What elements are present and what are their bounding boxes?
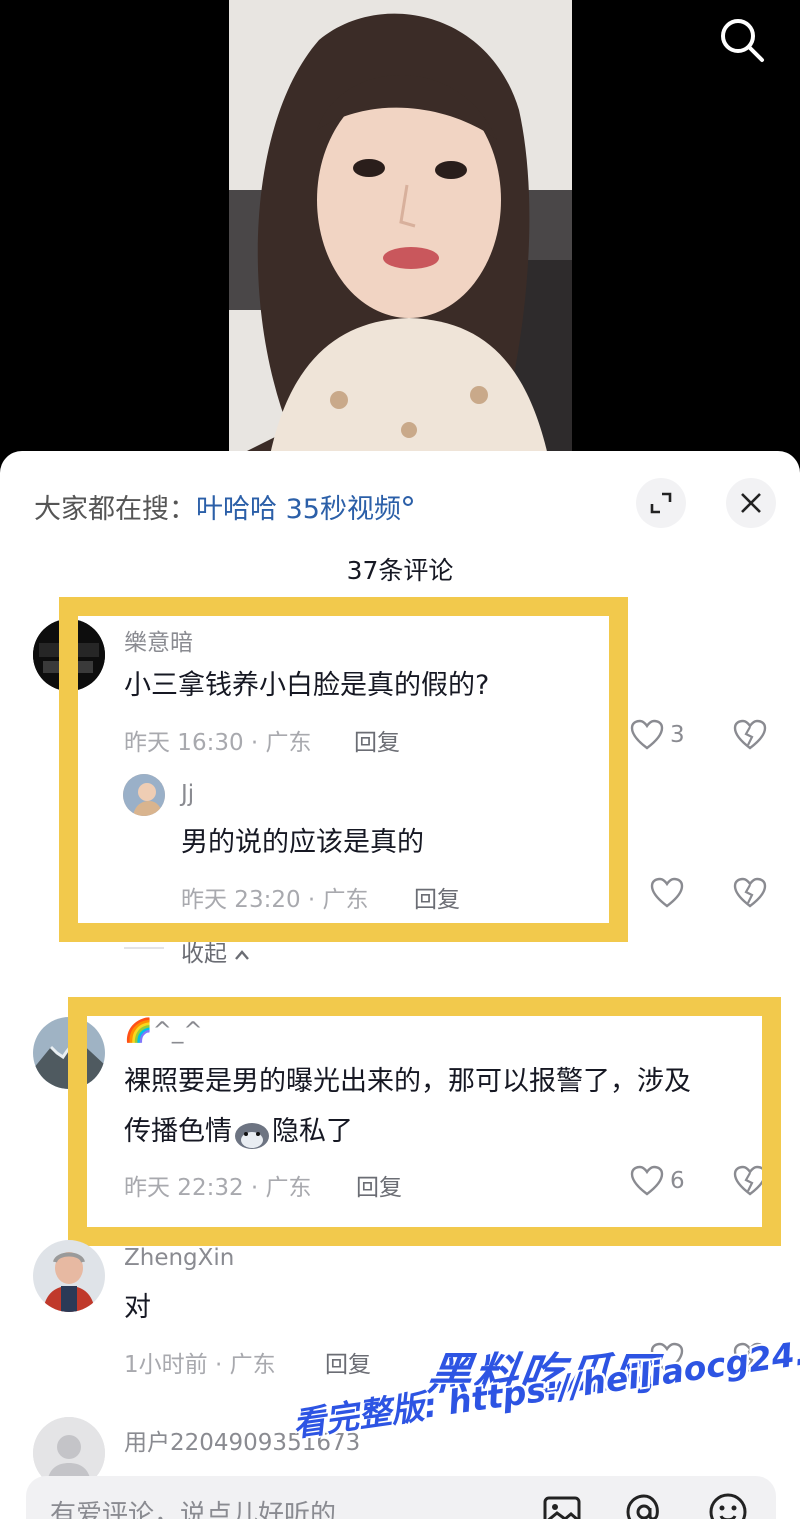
reply-username[interactable]: Jj xyxy=(181,781,194,807)
comment-text-part: 传播色情 xyxy=(124,1116,232,1147)
avatar[interactable] xyxy=(33,1240,105,1312)
avatar-image xyxy=(33,1240,105,1312)
broken-heart-icon xyxy=(733,1165,767,1196)
search-button[interactable] xyxy=(716,14,768,66)
small-search-icon xyxy=(402,496,413,506)
comment-text-part: 隐私了 xyxy=(272,1116,353,1147)
dislike-button[interactable] xyxy=(733,877,767,913)
expand-button[interactable] xyxy=(636,478,686,528)
heart-icon xyxy=(630,1165,664,1196)
comment-username[interactable]: 樂意暗 xyxy=(124,623,193,657)
chevron-up-icon xyxy=(235,950,250,960)
broken-heart-icon xyxy=(733,877,767,908)
dislike-button[interactable] xyxy=(733,1165,767,1201)
avatar[interactable] xyxy=(123,774,165,816)
trending-search[interactable]: 大家都在搜：叶哈哈 35秒视频 xyxy=(34,487,413,526)
dislike-button[interactable] xyxy=(733,719,767,755)
video-frame[interactable] xyxy=(229,0,572,460)
avatar[interactable] xyxy=(33,619,105,691)
comment-meta: 昨天 22:32 · 广东 xyxy=(124,1175,312,1201)
broken-heart-icon xyxy=(733,719,767,750)
avatar-image xyxy=(33,1017,105,1089)
comment-text: 小三拿钱养小白脸是真的假的? xyxy=(124,670,490,701)
emoji-icon xyxy=(709,1493,747,1519)
trending-keyword[interactable]: 叶哈哈 35秒视频 xyxy=(196,494,401,525)
comment-username[interactable]: ZhengXin xyxy=(124,1245,234,1271)
reply-button[interactable]: 回复 xyxy=(354,723,400,757)
comment-count: 37条评论 xyxy=(346,556,454,585)
divider xyxy=(124,947,164,949)
comment-username[interactable]: 🌈^_^ xyxy=(124,1017,203,1044)
comment-input[interactable]: 有爱评论，说点儿好听的 xyxy=(26,1476,776,1519)
comment-text-line1: 裸照要是男的曝光出来的，那可以报警了，涉及 xyxy=(124,1066,691,1097)
search-icon xyxy=(721,19,764,62)
reply-text: 男的说的应该是真的 xyxy=(181,827,424,858)
video-thumbnail xyxy=(229,0,572,460)
reply-button[interactable]: 回复 xyxy=(325,1345,371,1379)
close-button[interactable] xyxy=(726,478,776,528)
avatar-image xyxy=(123,774,165,816)
image-icon xyxy=(543,1496,581,1519)
comment-meta: 1小时前 · 广东 xyxy=(124,1352,276,1378)
expand-icon xyxy=(650,492,672,514)
close-icon xyxy=(741,493,761,513)
collapse-replies[interactable]: 收起 xyxy=(181,934,250,968)
emoji-button[interactable] xyxy=(706,1490,750,1519)
heart-icon xyxy=(630,719,664,750)
comment-input-placeholder: 有爱评论，说点儿好听的 xyxy=(50,1500,337,1519)
husky-emoji-icon xyxy=(232,1117,272,1149)
video-player[interactable] xyxy=(0,0,800,460)
collapse-label: 收起 xyxy=(181,941,227,967)
reply-button[interactable]: 回复 xyxy=(356,1168,402,1202)
like-button[interactable] xyxy=(650,877,684,909)
like-button[interactable]: 6 xyxy=(630,1165,685,1197)
reply-button[interactable]: 回复 xyxy=(414,880,460,914)
image-button[interactable] xyxy=(540,1490,584,1519)
like-count: 6 xyxy=(670,1168,685,1194)
avatar-image xyxy=(33,619,105,691)
comment-text-line2: 传播色情 隐私了 xyxy=(124,1107,353,1157)
like-count: 3 xyxy=(670,722,685,748)
heart-icon xyxy=(650,877,684,908)
trending-prefix: 大家都在搜： xyxy=(34,494,196,525)
reply-meta: 昨天 23:20 · 广东 xyxy=(181,887,369,913)
like-button[interactable]: 3 xyxy=(630,719,685,751)
comment-text: 对 xyxy=(124,1292,151,1323)
mention-button[interactable] xyxy=(622,1490,666,1519)
avatar[interactable] xyxy=(33,1017,105,1089)
comment-meta: 昨天 16:30 · 广东 xyxy=(124,730,312,756)
at-icon xyxy=(626,1494,659,1519)
